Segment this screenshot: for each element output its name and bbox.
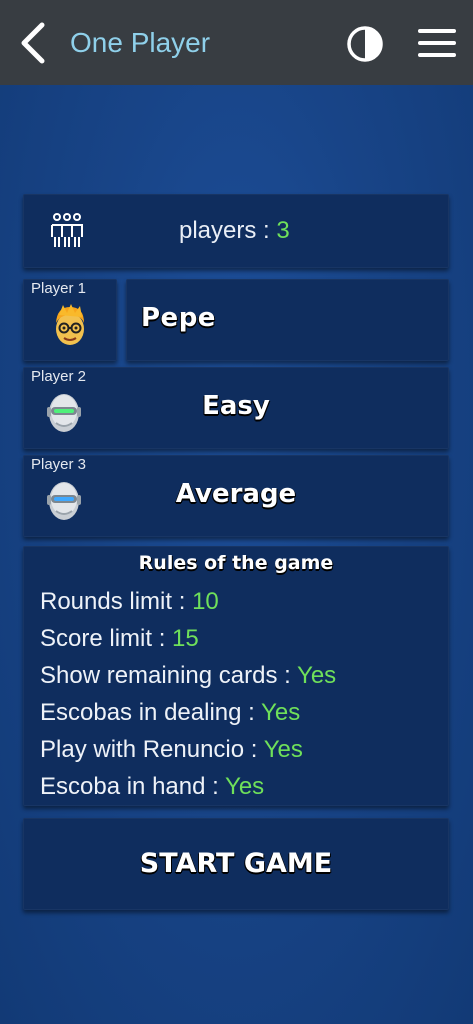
rule-escoba-in-hand: Escoba in hand : Yes	[40, 772, 264, 802]
top-bar: One Player	[0, 0, 473, 85]
rule-rounds-limit: Rounds limit : 10	[40, 587, 219, 617]
rules-title: Rules of the game	[138, 552, 334, 574]
player-1-name-field[interactable]: Pepe	[126, 279, 449, 361]
players-count-text: players : 3	[179, 214, 290, 248]
rule-value: 10	[192, 588, 219, 615]
player-3-label: Player 3	[31, 456, 87, 473]
hamburger-menu-icon	[418, 29, 456, 57]
rules-panel[interactable]: Rules of the game Rounds limit : 10 Scor…	[23, 546, 449, 806]
rule-label: Show remaining cards :	[40, 662, 298, 689]
rule-label: Escoba in hand :	[40, 773, 226, 800]
players-count-selector[interactable]: players : 3	[23, 194, 449, 268]
player-1-avatar-button[interactable]: Player 1	[23, 279, 117, 361]
rule-show-remaining-cards: Show remaining cards : Yes	[40, 661, 336, 691]
player-2-label: Player 2	[31, 368, 87, 385]
rule-value: 15	[172, 625, 199, 652]
chevron-left-icon	[21, 22, 45, 64]
start-game-button[interactable]: START GAME	[23, 818, 449, 910]
rule-label: Score limit :	[40, 625, 173, 652]
rule-value: Yes	[263, 736, 303, 763]
rule-label: Rounds limit :	[40, 588, 193, 615]
player-3-difficulty-selector[interactable]: Player 3 Average	[23, 455, 449, 537]
player-2-difficulty: Easy	[202, 391, 270, 421]
player-3-difficulty: Average	[175, 479, 297, 509]
rule-value: Yes	[261, 699, 301, 726]
rule-escobas-in-dealing: Escobas in dealing : Yes	[40, 698, 300, 728]
rule-label: Play with Renuncio :	[40, 736, 264, 763]
player-2-difficulty-selector[interactable]: Player 2 Easy	[23, 367, 449, 449]
rule-play-with-renuncio: Play with Renuncio : Yes	[40, 735, 303, 765]
player-1-name: Pepe	[141, 303, 216, 333]
rule-score-limit: Score limit : 15	[40, 624, 199, 654]
contrast-button[interactable]	[346, 25, 384, 63]
contrast-icon	[347, 26, 383, 62]
menu-button[interactable]	[418, 27, 456, 59]
rule-value: Yes	[297, 662, 337, 689]
players-count-label: players :	[179, 217, 277, 244]
back-button[interactable]	[18, 22, 50, 64]
human-avatar-icon	[56, 304, 84, 345]
player-1-label: Player 1	[31, 280, 87, 297]
players-count-value: 3	[276, 217, 290, 244]
rule-value: Yes	[225, 773, 265, 800]
rule-label: Escobas in dealing :	[40, 699, 262, 726]
page-title: One Player	[70, 27, 211, 58]
start-game-label: START GAME	[139, 848, 333, 879]
group-icon	[51, 213, 83, 247]
